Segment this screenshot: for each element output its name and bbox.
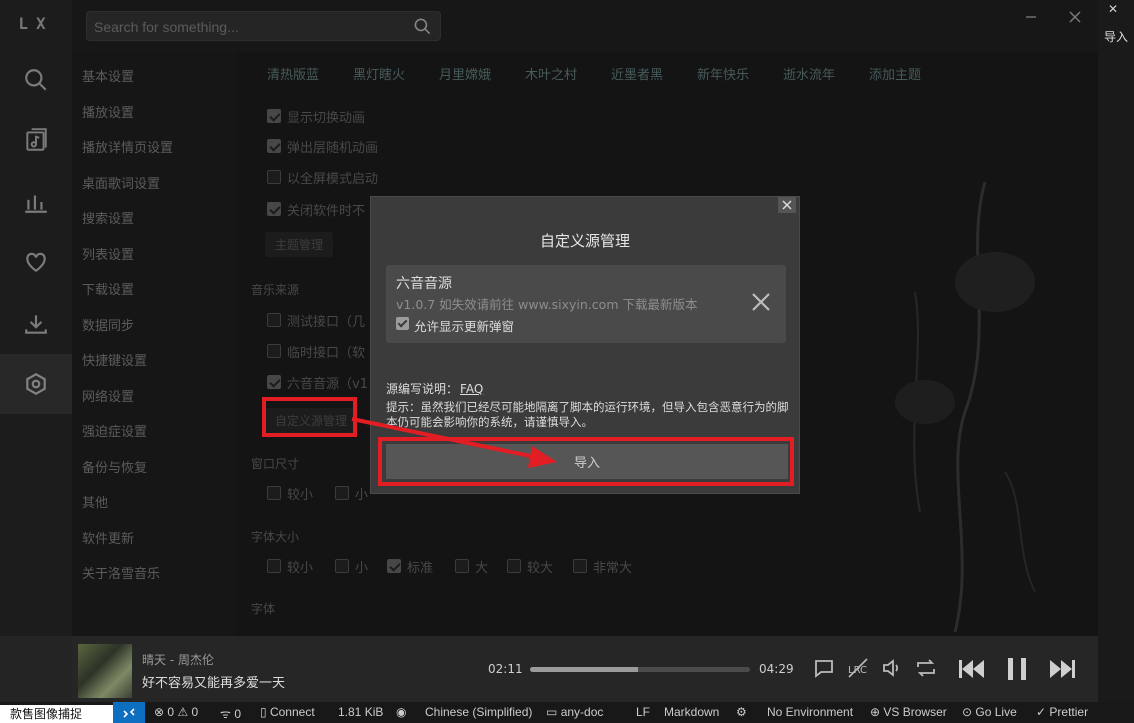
close-icon[interactable]	[778, 197, 796, 213]
problems-item[interactable]: ⊗ 0 ⚠ 0	[154, 705, 198, 719]
globe-icon: ⊕	[870, 705, 881, 719]
lyric-icon[interactable]: LRC	[846, 656, 870, 680]
editor-side-strip: ✕ 导入	[1098, 0, 1134, 702]
progress-bar[interactable]	[530, 667, 750, 672]
warning-icon: ⚠	[177, 705, 189, 719]
ports-item[interactable]: ᯤ 0	[220, 705, 241, 722]
song-title[interactable]: 晴天 - 周杰伦	[142, 651, 214, 668]
total-time: 04:29	[759, 662, 794, 676]
warning-tip: 提示：虽然我们已经尽可能地隔离了脚本的运行环境，但导入包含恶意行为的脚本仍可能会…	[386, 400, 789, 429]
help-label: 源编写说明：	[386, 382, 459, 396]
close-icon[interactable]: ✕	[1108, 2, 1118, 16]
language-item[interactable]: Chinese (Simplified)	[425, 705, 532, 719]
volume-icon[interactable]	[880, 656, 904, 680]
connect-label: Connect	[269, 705, 315, 719]
annotation-box-import	[378, 437, 794, 486]
golive-label: Go Live	[975, 705, 1017, 719]
allow-update-label: 允许显示更新弹窗	[414, 319, 515, 334]
allow-update-checkbox[interactable]	[396, 317, 409, 330]
prettier-item[interactable]: ✓ Prettier	[1036, 705, 1088, 719]
pause-icon[interactable]	[1002, 654, 1032, 684]
snip-label: 款售图像捕捉	[0, 705, 113, 723]
warning-count: 0	[191, 705, 199, 719]
error-icon: ⊗	[154, 705, 165, 719]
check-icon: ✓	[1036, 705, 1047, 719]
screenshot-root: LX Search for something... 基本设置 播放设置 播放详…	[0, 0, 1134, 723]
strip-import-label[interactable]: 导入	[1098, 28, 1134, 45]
language-mode[interactable]: Markdown	[664, 705, 719, 719]
golive-item[interactable]: ⊙ Go Live	[962, 705, 1017, 719]
player-bar: 晴天 - 周杰伦 好不容易又能再多爱一天 02:11 04:29 LRC	[72, 636, 1098, 702]
error-count: 0	[167, 705, 175, 719]
source-card: 六音音源 v1.0.7 如失效请前往 www.sixyin.com 下载最新版本…	[386, 265, 786, 343]
source-name: 六音音源	[396, 276, 452, 292]
file-size[interactable]: 1.81 KiB	[338, 705, 383, 719]
album-cover[interactable]	[78, 644, 132, 698]
help-text: 源编写说明： FAQ	[386, 380, 483, 397]
python-icon[interactable]: ⚙	[736, 705, 747, 719]
status-bar: 款售图像捕捉 ⊗ 0 ⚠ 0 ᯤ 0 ▯ Connect 1.81 KiB ◉ …	[0, 702, 1134, 723]
browser-item[interactable]: ⊕ VS Browser	[870, 705, 947, 719]
faq-link[interactable]: FAQ	[460, 382, 483, 396]
broadcast-icon: ⊙	[962, 705, 973, 719]
environment-item[interactable]: No Environment	[767, 705, 853, 719]
lx-music-app: LX Search for something... 基本设置 播放设置 播放详…	[0, 0, 1098, 702]
annotation-box-custom-source	[262, 397, 357, 437]
comment-icon[interactable]	[812, 656, 836, 680]
folder-name: any-doc	[560, 705, 604, 719]
eye-icon[interactable]: ◉	[396, 705, 406, 719]
browser-label: VS Browser	[883, 705, 947, 719]
eol-item[interactable]: LF	[636, 705, 650, 719]
antenna-icon: ᯤ	[220, 707, 231, 721]
next-icon[interactable]	[1048, 654, 1078, 684]
previous-icon[interactable]	[956, 654, 986, 684]
source-description: v1.0.7 如失效请前往 www.sixyin.com 下载最新版本	[396, 297, 698, 312]
progress-fill	[530, 667, 638, 672]
current-time: 02:11	[488, 662, 523, 676]
current-lyric: 好不容易又能再多爱一天	[142, 676, 286, 691]
remote-icon[interactable]	[113, 702, 145, 723]
port-count: 0	[234, 707, 241, 721]
connect-item[interactable]: ▯ Connect	[260, 705, 315, 719]
database-icon: ▯	[260, 705, 267, 719]
folder-item[interactable]: ▭ any-doc	[546, 705, 603, 719]
folder-icon: ▭	[546, 705, 558, 719]
dialog-title: 自定义源管理	[539, 232, 630, 250]
repeat-icon[interactable]	[914, 656, 938, 680]
remove-source-icon[interactable]	[750, 291, 772, 313]
prettier-label: Prettier	[1049, 705, 1089, 719]
